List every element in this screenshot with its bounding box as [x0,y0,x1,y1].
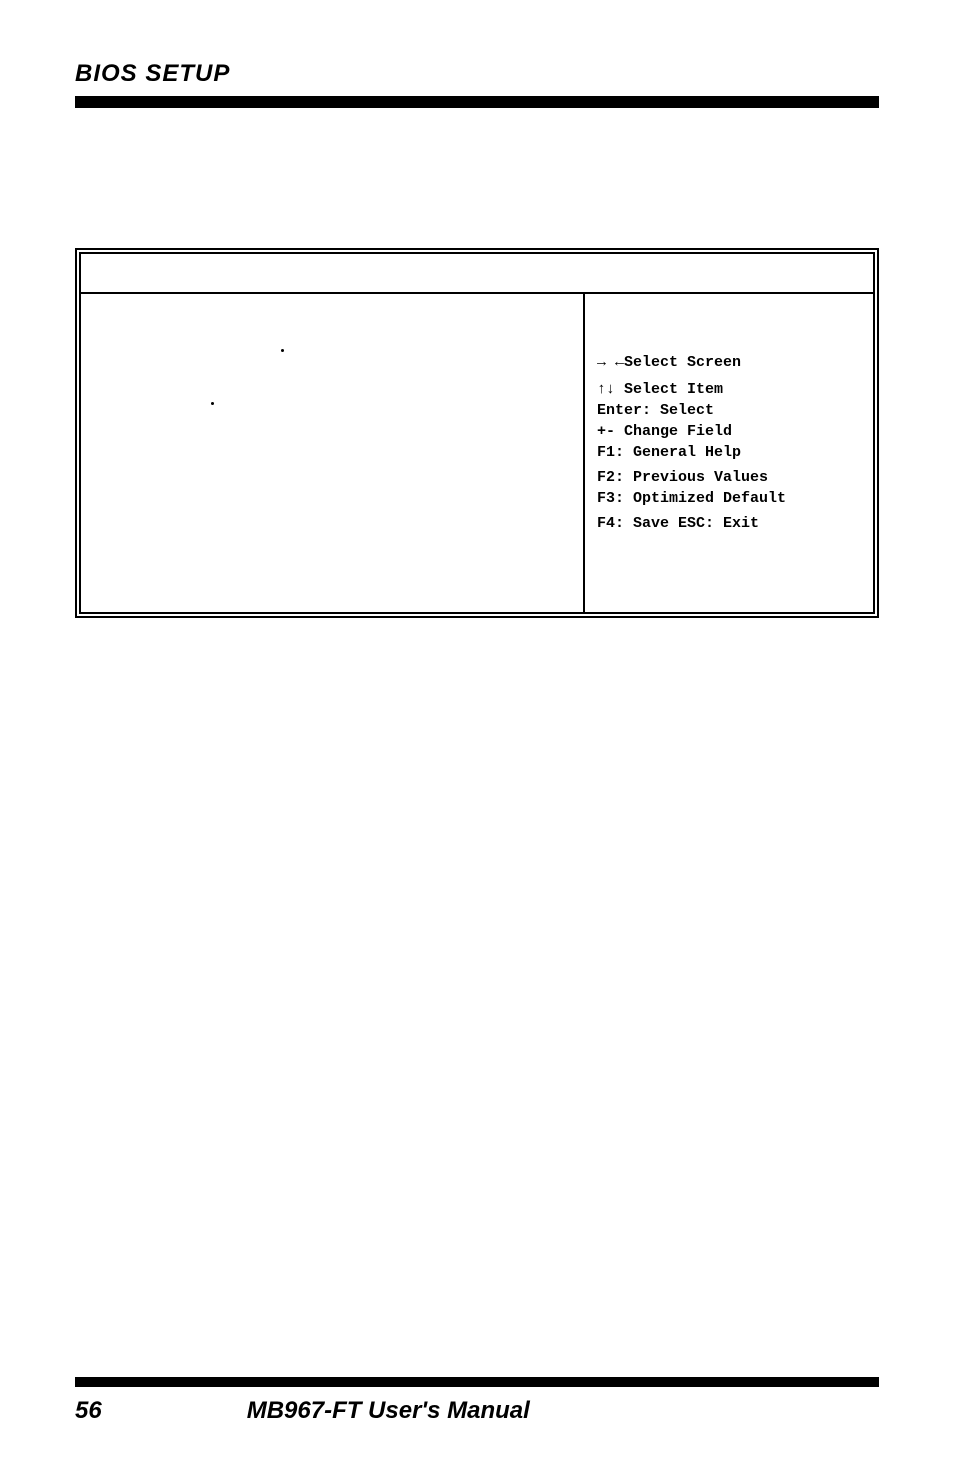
help-save-exit: F4: Save ESC: Exit [597,513,861,534]
marker-dot [281,349,284,352]
page-header: BIOS SETUP [75,60,879,88]
bios-help-panel: → ←Select Screen ↑↓ Select Item Enter: S… [583,294,873,612]
manual-title: MB967-FT User's Manual [247,1397,530,1425]
help-optimized-default: F3: Optimized Default [597,488,861,509]
bios-main-area[interactable] [81,294,583,612]
bios-top-bar [81,254,873,294]
help-previous-values: F2: Previous Values [597,467,861,488]
help-general-help: F1: General Help [597,442,861,463]
help-select-screen: → ←Select Screen [597,352,861,373]
marker-dot [211,402,214,405]
help-enter: Enter: Select [597,400,861,421]
footer-text-row: 56 MB967-FT User's Manual [75,1397,879,1425]
header-divider [75,96,879,108]
footer-divider [75,1377,879,1387]
page-number: 56 [75,1397,102,1425]
bios-content: → ←Select Screen ↑↓ Select Item Enter: S… [81,294,873,612]
help-select-item: ↑↓ Select Item [597,379,861,400]
page-footer: 56 MB967-FT User's Manual [75,1377,879,1425]
help-change-field: +- Change Field [597,421,861,442]
bios-panel: → ←Select Screen ↑↓ Select Item Enter: S… [75,248,879,618]
